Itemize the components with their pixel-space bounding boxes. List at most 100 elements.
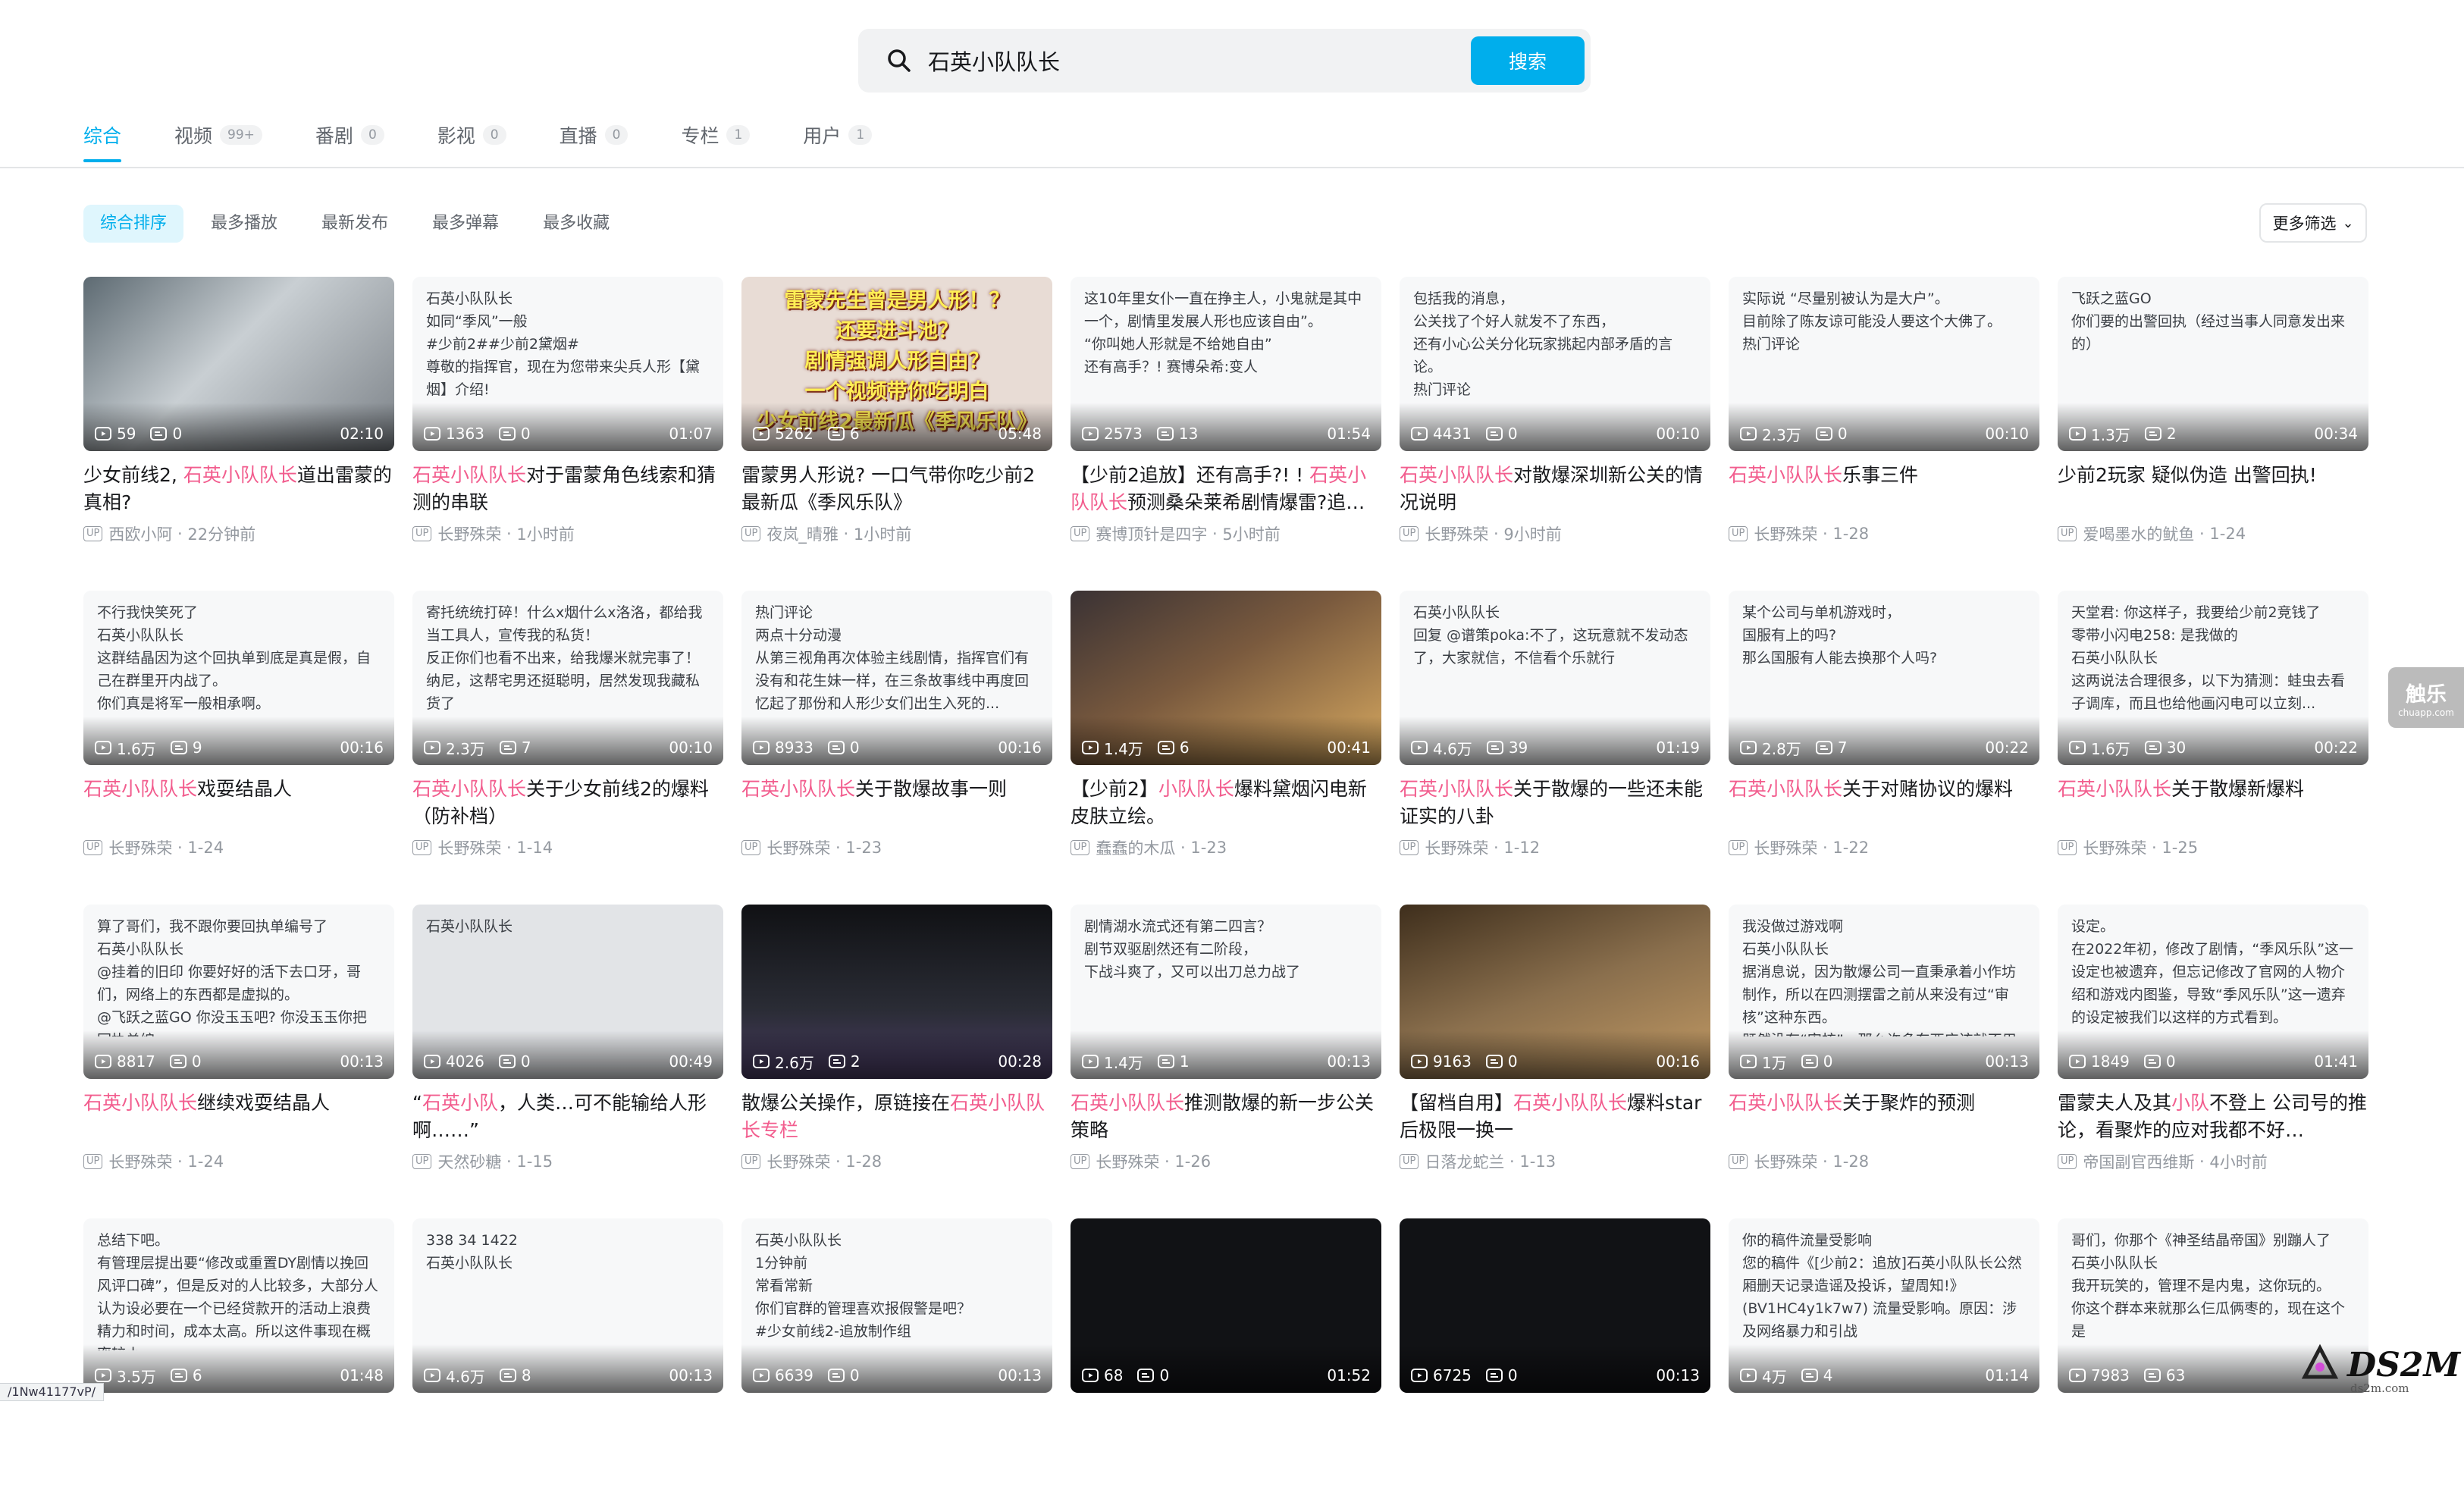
uploader-name[interactable]: 长野殊荣 [437,836,501,859]
search-button[interactable]: 搜索 [1471,36,1585,85]
video-thumbnail[interactable]: 剧情湖水流式还有第二四言？ 剧节双驱剧然还有二阶段， 下战斗爽了，又可以出刀总力… [1071,905,1381,1079]
uploader-name[interactable]: 帝国副官西维斯 [2083,1150,2194,1173]
video-title[interactable]: 石英小队队长推测散爆的新一步公关策略 [1071,1090,1381,1144]
video-card[interactable]: 石英小队队长 4026 0 00:49 “石英小队，人类…可不能输给人形啊……” UP 天然… [412,905,723,1188]
video-card[interactable]: 热门评论 两点十分动漫 从第三视角再次体验主线剧情，指挥官们有没有和花生妹一样，… [741,591,1052,874]
video-card[interactable]: 6725 0 00:13 [1400,1218,1710,1502]
video-thumbnail[interactable]: 你的稿件流量受影响 您的稿件《[少前2：追放]石英小队队长公然厢删天记录造谣及投… [1729,1218,2039,1393]
video-card[interactable]: 总结下吧。 有管理层提出要“修改或重置DY剧情以挽回风评口碑”，但是反对的人比较… [83,1218,394,1502]
video-title[interactable]: 石英小队队长戏耍结晶人 [83,776,394,830]
video-title[interactable]: 【留档自用】石英小队队长爆料star后极限一换一 [1400,1090,1710,1144]
video-title[interactable]: 石英小队队长对散爆深圳新公关的情况说明 [1400,462,1710,516]
video-thumbnail[interactable]: 天堂君: 你这样子，我要给少前2竞钱了 零带小闪电258: 是我做的 石英小队队… [2058,591,2368,765]
uploader-name[interactable]: 赛博顶针是四字 [1096,522,1207,545]
uploader-name[interactable]: 长野殊荣 [2083,836,2146,859]
video-thumbnail[interactable]: 石英小队队长 4026 0 00:49 [412,905,723,1079]
video-thumbnail[interactable]: 石英小队队长 回复 @谱策poka:不了，这玩意就不发动态了，大家就信，不信看个… [1400,591,1710,765]
video-thumbnail[interactable]: 这10年里女仆一直在挣主人，小鬼就是其中一个，剧情里发展人形也应该自由”。 “你… [1071,277,1381,451]
sort-option-1[interactable]: 最多播放 [194,205,294,243]
video-card[interactable]: 59 0 02:10 少女前线2, 石英小队队长道出雷蒙的真相? UP 西欧小阿 · 22… [83,277,394,560]
video-thumbnail[interactable]: 实际说 “尽量别被认为是大户”。 目前除了陈友谅可能没人要这个大佛了。 热门评论… [1729,277,2039,451]
video-thumbnail[interactable]: 热门评论 两点十分动漫 从第三视角再次体验主线剧情，指挥官们有没有和花生妹一样，… [741,591,1052,765]
uploader-name[interactable]: 长野殊荣 [108,1150,172,1173]
uploader-name[interactable]: 长野殊荣 [1425,522,1488,545]
video-card[interactable]: 9163 0 00:16 【留档自用】石英小队队长爆料star后极限一换一 UP 日落龙蛇… [1400,905,1710,1188]
video-card[interactable]: 包括我的消息， 公关找了个好人就发不了东西， 还有小心公关分化玩家挑起内部矛盾的… [1400,277,1710,560]
video-card[interactable]: 算了哥们，我不跟你要回执单编号了 石英小队队长 @挂着的旧印 你要好好的活下去口… [83,905,394,1188]
video-card[interactable]: 68 0 01:52 [1071,1218,1381,1502]
video-thumbnail[interactable]: 雷蒙先生曾是男人形！？ 还要进斗池？ 剧情强调人形自由？ 一个视频带你吃明白 少… [741,277,1052,451]
video-card[interactable]: 这10年里女仆一直在挣主人，小鬼就是其中一个，剧情里发展人形也应该自由”。 “你… [1071,277,1381,560]
video-title[interactable]: 石英小队队长关于散爆新爆料 [2058,776,2368,830]
video-title[interactable]: 石英小队队长关于散爆故事一则 [741,776,1052,830]
uploader-name[interactable]: 长野殊荣 [1754,1150,1817,1173]
video-card[interactable]: 设定。 在2022年初，修改了剧情，“季风乐队”这一设定也被遗弃，但忘记修改了官… [2058,905,2368,1188]
tab-6[interactable]: 用户 1 [803,121,873,149]
uploader-name[interactable]: 长野殊荣 [1754,522,1817,545]
video-thumbnail[interactable]: 不行我快笑死了 石英小队队长 这群结晶因为这个回执单到底是真是假，自己在群里开内… [83,591,394,765]
video-thumbnail[interactable]: 飞跃之蓝GO 你们要的出警回执（经过当事人同意发出来的） 1.3万 2 00:34 [2058,277,2368,451]
video-title[interactable]: 石英小队队长对于雷蒙角色线索和猜测的串联 [412,462,723,516]
video-title[interactable]: 石英小队队长继续戏耍结晶人 [83,1090,394,1144]
tab-0[interactable]: 综合 [83,121,121,149]
video-title[interactable]: 石英小队队长关于少女前线2的爆料（防补档） [412,776,723,830]
tab-5[interactable]: 专栏 1 [681,121,751,149]
uploader-name[interactable]: 长野殊荣 [766,836,830,859]
video-card[interactable]: 某个公司与单机游戏时， 国服有上的吗? 那么国服有人能去换那个人吗? 2.8万 7 0… [1729,591,2039,874]
video-title[interactable]: 少前2玩家 疑似伪造 出警回执! [2058,462,2368,516]
search-input[interactable] [914,38,1471,83]
video-thumbnail[interactable]: 59 0 02:10 [83,277,394,451]
sort-option-3[interactable]: 最多弹幕 [415,205,516,243]
video-title[interactable]: 雷蒙男人形说? 一口气带你吃少前2最新瓜《季风乐队》 [741,462,1052,516]
video-card[interactable]: 飞跃之蓝GO 你们要的出警回执（经过当事人同意发出来的） 1.3万 2 00:34 少前… [2058,277,2368,560]
video-card[interactable]: 2.6万 2 00:28 散爆公关操作，原链接在石英小队队长专栏 UP 长野殊荣 · 1-… [741,905,1052,1188]
video-card[interactable]: 寄托统统打碎！什么x烟什么x洛洛，都给我当工具人，宣传我的私货！ 反正你们也看不… [412,591,723,874]
uploader-name[interactable]: 长野殊荣 [437,522,501,545]
video-title[interactable]: 【少前2追放】还有高手?! ! 石英小队队长预测桑朵莱希剧情爆雷?追放… [1071,462,1381,516]
uploader-name[interactable]: 长野殊荣 [1754,836,1817,859]
video-thumbnail[interactable]: 设定。 在2022年初，修改了剧情，“季风乐队”这一设定也被遗弃，但忘记修改了官… [2058,905,2368,1079]
uploader-name[interactable]: 西欧小阿 [108,522,172,545]
uploader-name[interactable]: 天然砂糖 [437,1150,501,1173]
video-card[interactable]: 石英小队队长 如同“季风”一般 #少前2##少前2黛烟# 尊敬的指挥官，现在为您… [412,277,723,560]
tab-1[interactable]: 视频 99+ [174,121,262,149]
video-title[interactable]: 石英小队队长乐事三件 [1729,462,2039,516]
video-thumbnail[interactable]: 2.6万 2 00:28 [741,905,1052,1079]
video-thumbnail[interactable]: 338 34 1422 石英小队队长 4.6万 8 00:13 [412,1218,723,1393]
tab-3[interactable]: 影视 0 [437,121,506,149]
video-card[interactable]: 剧情湖水流式还有第二四言？ 剧节双驱剧然还有二阶段， 下战斗爽了，又可以出刀总力… [1071,905,1381,1188]
video-thumbnail[interactable]: 寄托统统打碎！什么x烟什么x洛洛，都给我当工具人，宣传我的私货！ 反正你们也看不… [412,591,723,765]
video-thumbnail[interactable]: 我没做过游戏啊 石英小队队长 据消息说，因为散爆公司一直秉承着小作坊制作，所以在… [1729,905,2039,1079]
uploader-name[interactable]: 日落龙蛇兰 [1425,1150,1504,1173]
sort-option-4[interactable]: 最多收藏 [526,205,626,243]
uploader-name[interactable]: 夜岚_晴雅 [766,522,839,545]
uploader-name[interactable]: 长野殊荣 [1096,1150,1159,1173]
more-filters-button[interactable]: 更多筛选 ⌄ [2259,203,2367,243]
video-title[interactable]: 石英小队队长关于对赌协议的爆料 [1729,776,2039,830]
video-thumbnail[interactable]: 9163 0 00:16 [1400,905,1710,1079]
uploader-name[interactable]: 长野殊荣 [1425,836,1488,859]
video-thumbnail[interactable]: 6725 0 00:13 [1400,1218,1710,1393]
video-thumbnail[interactable]: 石英小队队长 1分钟前 常看常新 你们官群的管理喜欢报假警是吧？ #少女前线2-… [741,1218,1052,1393]
video-title[interactable]: “石英小队，人类…可不能输给人形啊……” [412,1090,723,1144]
video-thumbnail[interactable]: 1.4万 6 00:41 [1071,591,1381,765]
uploader-name[interactable]: 长野殊荣 [108,836,172,859]
video-thumbnail[interactable]: 68 0 01:52 [1071,1218,1381,1393]
video-card[interactable]: 338 34 1422 石英小队队长 4.6万 8 00:13 [412,1218,723,1502]
uploader-name[interactable]: 爱喝墨水的鱿鱼 [2083,522,2194,545]
video-title[interactable]: 少女前线2, 石英小队队长道出雷蒙的真相? [83,462,394,516]
video-card[interactable]: 我没做过游戏啊 石英小队队长 据消息说，因为散爆公司一直秉承着小作坊制作，所以在… [1729,905,2039,1188]
video-card[interactable]: 石英小队队长 1分钟前 常看常新 你们官群的管理喜欢报假警是吧？ #少女前线2-… [741,1218,1052,1502]
sort-option-0[interactable]: 综合排序 [83,205,184,243]
video-card[interactable]: 不行我快笑死了 石英小队队长 这群结晶因为这个回执单到底是真是假，自己在群里开内… [83,591,394,874]
video-card[interactable]: 1.4万 6 00:41 【少前2】小队队长爆料黛烟闪电新皮肤立绘。 UP 蠢蠢的木瓜 ·… [1071,591,1381,874]
video-thumbnail[interactable]: 总结下吧。 有管理层提出要“修改或重置DY剧情以挽回风评口碑”，但是反对的人比较… [83,1218,394,1393]
sort-option-2[interactable]: 最新发布 [305,205,405,243]
video-card[interactable]: 石英小队队长 回复 @谱策poka:不了，这玩意就不发动态了，大家就信，不信看个… [1400,591,1710,874]
uploader-name[interactable]: 长野殊荣 [766,1150,830,1173]
video-card[interactable]: 天堂君: 你这样子，我要给少前2竞钱了 零带小闪电258: 是我做的 石英小队队… [2058,591,2368,874]
video-thumbnail[interactable]: 石英小队队长 如同“季风”一般 #少前2##少前2黛烟# 尊敬的指挥官，现在为您… [412,277,723,451]
video-title[interactable]: 雷蒙夫人及其小队不登上 公司号的推论，看聚炸的应对我都不好… [2058,1090,2368,1144]
video-card[interactable]: 雷蒙先生曾是男人形！？ 还要进斗池？ 剧情强调人形自由？ 一个视频带你吃明白 少… [741,277,1052,560]
video-thumbnail[interactable]: 某个公司与单机游戏时， 国服有上的吗? 那么国服有人能去换那个人吗? 2.8万 7 0… [1729,591,2039,765]
